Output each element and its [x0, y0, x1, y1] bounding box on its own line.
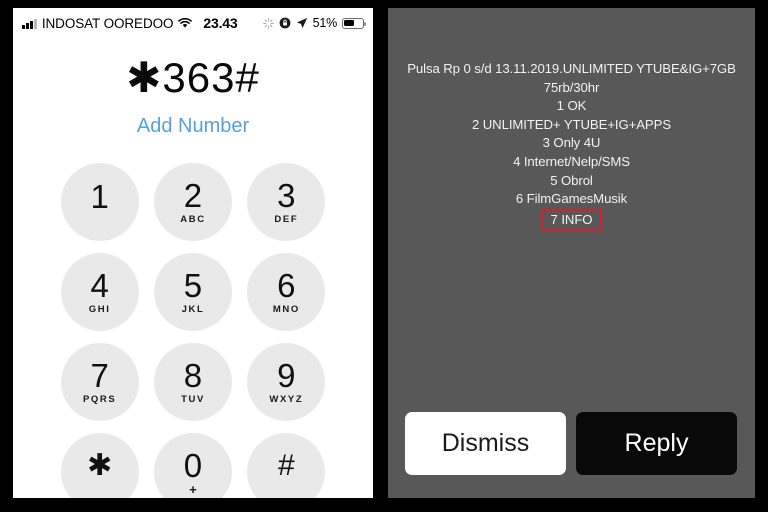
keypad-key-digit: 9	[277, 357, 296, 395]
keypad-key-digit: #	[277, 449, 295, 482]
keypad-key-8[interactable]: 8 TUV	[153, 343, 232, 421]
keypad-key-digit: 6	[277, 267, 296, 305]
keypad-key-6[interactable]: 6 MNO	[247, 253, 326, 331]
keypad-key-1[interactable]: 1	[60, 163, 139, 241]
keypad-key-9[interactable]: 9 WXYZ	[247, 343, 326, 421]
keypad-key-digit: ✱	[87, 449, 113, 482]
keypad-key-0[interactable]: 0 +	[153, 433, 232, 498]
ussd-message-line: 1 OK	[556, 98, 587, 114]
ussd-message-line: 4 Internet/Nelp/SMS	[513, 153, 630, 169]
keypad-key-digit: 3	[277, 177, 296, 215]
signal-bars-icon	[22, 18, 37, 29]
dial-keypad: 1 2 ABC 3 DEF 4 GHI 5 JKL 6 MNO 7 PQRS 8 TUV 9 WXYZ ✱ 0 + #	[53, 163, 333, 498]
keypad-key-digit: 8	[183, 357, 203, 395]
status-bar-right: 51%	[262, 16, 367, 30]
keypad-key-letters: WXYZ	[269, 394, 304, 406]
keypad-key-digit: 0	[183, 446, 203, 484]
keypad-key-digit: 2	[183, 177, 203, 215]
keypad-key-digit: 4	[90, 267, 109, 305]
keypad-key-star[interactable]: ✱	[60, 433, 139, 498]
reply-button[interactable]: Reply	[576, 412, 737, 475]
status-bar-left: INDOSAT OOREDOO 23.43	[22, 15, 238, 31]
keypad-key-letters: TUV	[181, 394, 205, 406]
keypad-key-letters: GHI	[88, 304, 111, 316]
keypad-key-4[interactable]: 4 GHI	[60, 253, 139, 331]
battery-percent-label: 51%	[312, 16, 338, 30]
clock-label: 23.43	[203, 15, 238, 31]
keypad-key-hash[interactable]: #	[247, 433, 326, 498]
carrier-label: INDOSAT OOREDOO	[41, 15, 174, 31]
keypad-key-digit: 5	[183, 267, 203, 305]
ussd-message-line: 2 UNLIMITED+ YTUBE+IG+APPS	[471, 116, 672, 132]
ussd-message-line: 75rb/30hr	[543, 79, 600, 95]
location-arrow-icon	[296, 17, 308, 29]
alarm-icon	[262, 17, 274, 29]
ussd-message-line: Pulsa Rp 0 s/d 13.11.2019.UNLIMITED YTUB…	[407, 61, 736, 76]
ussd-dialog-screen: Pulsa Rp 0 s/d 13.11.2019.UNLIMITED YTUB…	[388, 8, 755, 498]
battery-icon	[342, 17, 367, 29]
keypad-key-letters: +	[189, 481, 197, 497]
keypad-key-letters: MNO	[272, 304, 300, 316]
keypad-key-letters: DEF	[274, 214, 299, 226]
dialed-number-display: ✱363#	[126, 54, 260, 101]
highlighted-menu-option: 7 INFO	[540, 208, 603, 231]
keypad-key-5[interactable]: 5 JKL	[153, 253, 232, 331]
keypad-key-digit: 7	[90, 357, 109, 395]
status-bar: INDOSAT OOREDOO 23.43 51%	[13, 8, 373, 38]
keypad-key-letters: PQRS	[82, 394, 117, 406]
keypad-key-7[interactable]: 7 PQRS	[60, 343, 139, 421]
ussd-highlight-row: 7 INFO	[396, 208, 747, 231]
wifi-icon	[178, 17, 193, 29]
keypad-key-2[interactable]: 2 ABC	[153, 163, 232, 241]
keypad-key-3[interactable]: 3 DEF	[247, 163, 326, 241]
lock-rotation-icon	[279, 17, 291, 29]
keypad-key-letters: JKL	[181, 304, 205, 316]
dismiss-button[interactable]: Dismiss	[405, 412, 566, 475]
ussd-message: Pulsa Rp 0 s/d 13.11.2019.UNLIMITED YTUB…	[396, 60, 747, 231]
keypad-key-letters: ABC	[180, 214, 206, 226]
ussd-message-line: 5 Obrol	[550, 172, 593, 188]
ussd-dialog-actions: Dismiss Reply	[405, 412, 737, 475]
dialer-screen: INDOSAT OOREDOO 23.43 51% ✱363# Add Numb…	[13, 8, 373, 498]
ussd-message-line: 3 Only 4U	[542, 135, 601, 151]
ussd-message-line: 6 FilmGamesMusik	[515, 191, 628, 207]
keypad-key-digit: 1	[90, 177, 109, 215]
screenshot-root: INDOSAT OOREDOO 23.43 51% ✱363# Add Numb…	[0, 0, 768, 512]
add-number-button[interactable]: Add Number	[13, 115, 373, 138]
